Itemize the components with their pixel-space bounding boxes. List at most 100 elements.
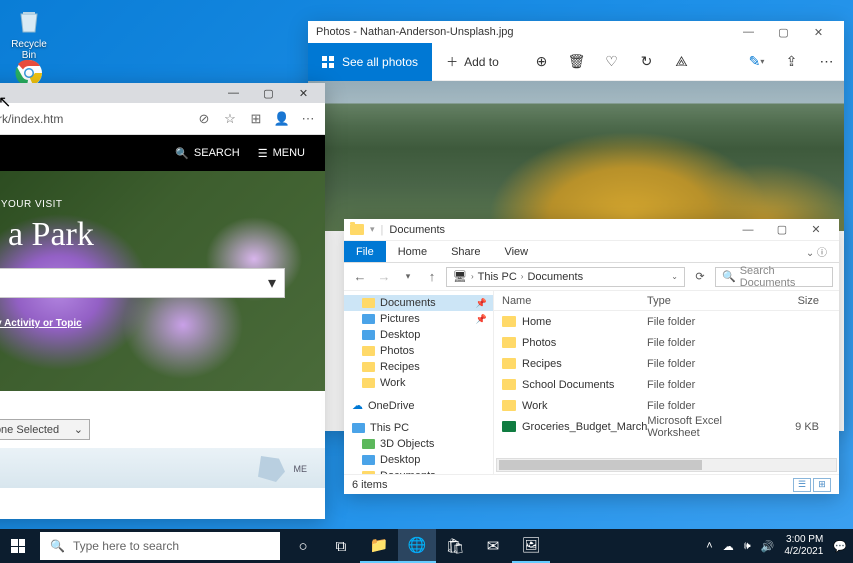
taskbar-search[interactable]: 🔍 Type here to search bbox=[40, 532, 280, 560]
file-type: File folder bbox=[647, 379, 765, 391]
file-row[interactable]: RecipesFile folder bbox=[494, 353, 839, 374]
minimize-button[interactable]: — bbox=[731, 219, 765, 241]
refresh-button[interactable]: ⟳ bbox=[689, 270, 711, 283]
crumb-documents[interactable]: Documents bbox=[527, 271, 583, 283]
details-view-button[interactable]: ☰ bbox=[793, 478, 811, 492]
cloud-icon: ☁ bbox=[352, 399, 363, 412]
add-to-button[interactable]: ＋ Add to bbox=[432, 43, 513, 81]
zoom-icon[interactable]: ⊕ bbox=[524, 43, 559, 81]
tree-item-desktop[interactable]: Desktop bbox=[344, 327, 493, 343]
cortana-icon[interactable]: ○ bbox=[284, 529, 322, 563]
list-header[interactable]: Name Type Size bbox=[494, 291, 839, 311]
horizontal-scrollbar[interactable] bbox=[496, 458, 837, 472]
tab-home[interactable]: Home bbox=[386, 241, 439, 262]
status-bar: 6 items ☰ ⊞ bbox=[344, 474, 839, 494]
forward-button[interactable]: → bbox=[374, 269, 394, 284]
minimize-button[interactable]: — bbox=[216, 83, 251, 103]
maximize-button[interactable]: ▢ bbox=[766, 21, 801, 43]
profile-icon[interactable]: 👤 bbox=[273, 111, 291, 127]
store-taskbar-icon[interactable]: 🛍 bbox=[436, 529, 474, 563]
search-icon: 🔍 bbox=[50, 539, 65, 553]
close-button[interactable]: ✕ bbox=[799, 219, 833, 241]
share-icon[interactable]: ⇪ bbox=[774, 43, 809, 81]
search-input[interactable]: 🔍 Search Documents bbox=[715, 267, 833, 287]
hero-kicker: N YOUR VISIT bbox=[0, 199, 305, 210]
explorer-titlebar[interactable]: ▾ | Documents — ▢ ✕ bbox=[344, 219, 839, 241]
browser-titlebar[interactable]: — ▢ ✕ bbox=[0, 83, 325, 103]
tree-item-documents[interactable]: Documents📌 bbox=[344, 295, 493, 311]
up-button[interactable]: ↑ bbox=[422, 269, 442, 284]
tree-item-this-pc[interactable]: This PC bbox=[344, 420, 493, 436]
map-preview[interactable]: ME bbox=[0, 448, 325, 488]
favorite-icon[interactable]: ☆ bbox=[221, 111, 239, 127]
file-row[interactable]: School DocumentsFile folder bbox=[494, 374, 839, 395]
tree-item-photos[interactable]: Photos bbox=[344, 343, 493, 359]
crumb-this-pc[interactable]: This PC bbox=[478, 271, 517, 283]
edge-taskbar-icon[interactable]: 🌐 bbox=[398, 529, 436, 563]
crop-icon[interactable]: ⟁ bbox=[664, 43, 699, 81]
maximize-button[interactable]: ▢ bbox=[765, 219, 799, 241]
file-name: Recipes bbox=[522, 358, 562, 370]
network-tray-icon[interactable]: 🕪 bbox=[744, 540, 751, 553]
maximize-button[interactable]: ▢ bbox=[251, 83, 286, 103]
file-row[interactable]: WorkFile folder bbox=[494, 395, 839, 416]
reader-icon[interactable]: ⊘ bbox=[195, 111, 213, 127]
more-icon[interactable]: ⋯ bbox=[299, 111, 317, 127]
delete-icon[interactable]: 🗑 bbox=[559, 43, 594, 81]
desktop-icon-recycle-bin[interactable]: Recycle Bin bbox=[4, 3, 54, 61]
edit-icon[interactable]: ✎▾ bbox=[739, 43, 774, 81]
breadcrumb[interactable]: 🖥 › This PC › Documents ⌄ bbox=[446, 267, 685, 287]
onedrive-tray-icon[interactable]: ☁ bbox=[723, 540, 734, 553]
tray-expand-icon[interactable]: ˄ bbox=[706, 540, 712, 552]
clock[interactable]: 3:00 PM 4/2/2021 bbox=[784, 534, 823, 558]
file-row[interactable]: Groceries_Budget_MarchMicrosoft Excel Wo… bbox=[494, 416, 839, 437]
nav-tree[interactable]: Documents📌 Pictures📌 Desktop Photos Reci… bbox=[344, 291, 494, 474]
header-name[interactable]: Name bbox=[502, 295, 647, 307]
close-button[interactable]: ✕ bbox=[286, 83, 321, 103]
folder-icon bbox=[350, 224, 364, 235]
photos-titlebar[interactable]: Photos - Nathan-Anderson-Unsplash.jpg — … bbox=[308, 21, 844, 43]
file-row[interactable]: HomeFile folder bbox=[494, 311, 839, 332]
tree-item-pictures[interactable]: Pictures📌 bbox=[344, 311, 493, 327]
start-button[interactable] bbox=[0, 529, 36, 563]
address-bar[interactable]: apark/index.htm ⊘ ☆ ⊞ 👤 ⋯ bbox=[0, 103, 325, 135]
explorer-taskbar-icon[interactable]: 📁 bbox=[360, 529, 398, 563]
hero-link[interactable]: by Activity or Topic bbox=[0, 318, 305, 329]
favorite-icon[interactable]: ♡ bbox=[594, 43, 629, 81]
tree-item-3d[interactable]: 3D Objects bbox=[344, 436, 493, 452]
notifications-icon[interactable]: 💬 bbox=[833, 540, 847, 553]
filter-dropdown[interactable]: None Selected ⌄ bbox=[0, 419, 90, 440]
rotate-icon[interactable]: ↻ bbox=[629, 43, 664, 81]
site-search-button[interactable]: 🔍SEARCH bbox=[175, 147, 240, 160]
file-row[interactable]: PhotosFile folder bbox=[494, 332, 839, 353]
taskbar: 🔍 Type here to search ○ ⧉ 📁 🌐 🛍 ✉ 🖼 ˄ ☁ … bbox=[0, 529, 853, 563]
icons-view-button[interactable]: ⊞ bbox=[813, 478, 831, 492]
tree-item-recipes[interactable]: Recipes bbox=[344, 359, 493, 375]
mail-taskbar-icon[interactable]: ✉ bbox=[474, 529, 512, 563]
recent-button[interactable]: ▾ bbox=[398, 271, 418, 282]
window-browser: — ▢ ✕ apark/index.htm ⊘ ☆ ⊞ 👤 ⋯ 🔍SEARCH … bbox=[0, 83, 325, 519]
volume-tray-icon[interactable]: 🔊 bbox=[761, 540, 775, 553]
hero-select[interactable]: ▾ bbox=[0, 268, 285, 298]
tab-share[interactable]: Share bbox=[439, 241, 492, 262]
more-icon[interactable]: ⋯ bbox=[809, 43, 844, 81]
tab-view[interactable]: View bbox=[492, 241, 540, 262]
hamburger-icon: ☰ bbox=[258, 147, 268, 160]
tree-item-desktop2[interactable]: Desktop bbox=[344, 452, 493, 468]
window-explorer: ▾ | Documents — ▢ ✕ File Home Share View… bbox=[344, 219, 839, 494]
tree-item-onedrive[interactable]: ☁OneDrive bbox=[344, 397, 493, 414]
header-type[interactable]: Type bbox=[647, 295, 765, 307]
see-all-photos-button[interactable]: See all photos bbox=[308, 43, 432, 81]
collections-icon[interactable]: ⊞ bbox=[247, 111, 265, 127]
file-name: Home bbox=[522, 316, 551, 328]
tree-item-work[interactable]: Work bbox=[344, 375, 493, 391]
header-size[interactable]: Size bbox=[765, 295, 839, 307]
site-menu-button[interactable]: ☰MENU bbox=[258, 147, 305, 160]
task-view-icon[interactable]: ⧉ bbox=[322, 529, 360, 563]
minimize-button[interactable]: — bbox=[731, 21, 766, 43]
close-button[interactable]: ✕ bbox=[801, 21, 836, 43]
tab-file[interactable]: File bbox=[344, 241, 386, 262]
ribbon-expand-icon[interactable]: ⌄ ⓘ bbox=[794, 241, 839, 262]
back-button[interactable]: ← bbox=[350, 269, 370, 284]
photos-taskbar-icon[interactable]: 🖼 bbox=[512, 529, 550, 563]
